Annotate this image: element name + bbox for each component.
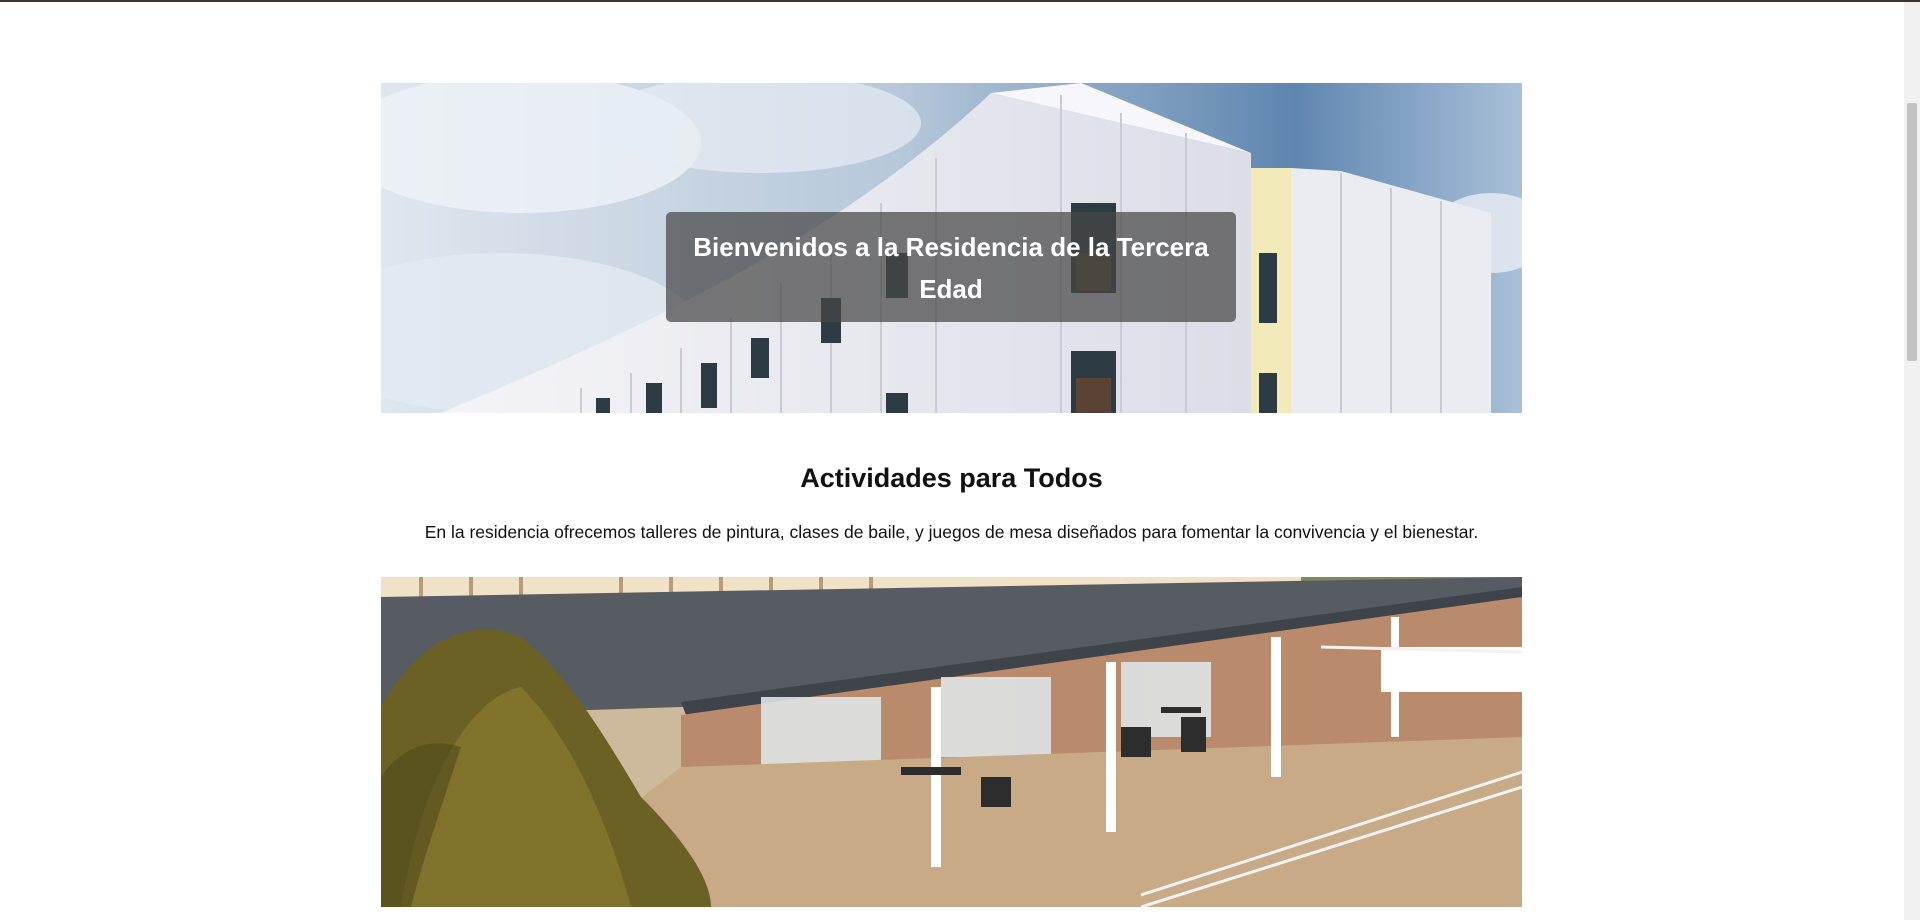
main-content: Bienvenidos a la Residencia de la Tercer… [381,83,1522,907]
page: Bienvenidos a la Residencia de la Tercer… [0,2,1904,920]
vertical-scrollbar[interactable] [1904,2,1920,920]
activities-heading: Actividades para Todos [800,463,1103,493]
terrace-image [381,577,1522,907]
scrollbar-thumb[interactable] [1907,103,1917,361]
hero-title: Bienvenidos a la Residencia de la Tercer… [666,212,1236,322]
terrace-photo [381,577,1522,907]
hero-banner: Bienvenidos a la Residencia de la Tercer… [381,83,1522,413]
activities-description: En la residencia ofrecemos talleres de p… [424,522,1479,542]
